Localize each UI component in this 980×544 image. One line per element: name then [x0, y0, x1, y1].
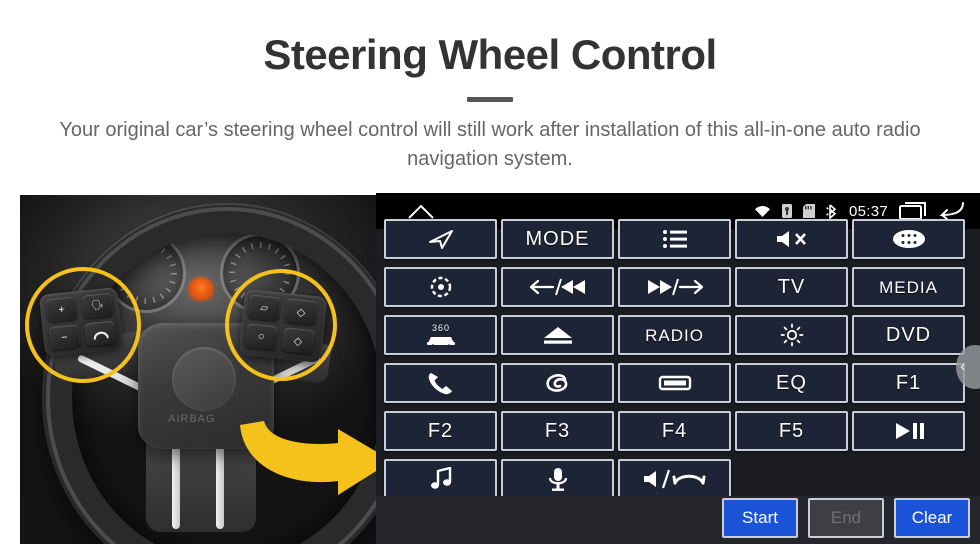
page-header: Steering Wheel Control Your original car… [0, 0, 980, 173]
right-controls-highlight-circle [225, 269, 337, 381]
button-apps[interactable] [852, 219, 965, 259]
button-radio[interactable]: RADIO [618, 315, 731, 355]
next-track-icon [647, 278, 703, 296]
navigation-arrow-icon [428, 230, 453, 249]
button-navigation[interactable] [384, 219, 497, 259]
button-previous[interactable] [501, 267, 614, 307]
button-media[interactable]: MEDIA [852, 267, 965, 307]
steering-wheel-key-grid: MODE TV MEDIA 360 RADIO DVD EQ F1 F2 F3 … [384, 219, 972, 499]
button-f1[interactable]: F1 [852, 363, 965, 403]
button-eject[interactable] [501, 315, 614, 355]
chrome-trim-bottom-right [216, 445, 224, 529]
button-f2[interactable]: F2 [384, 411, 497, 451]
button-settings[interactable] [384, 267, 497, 307]
end-button: End [808, 498, 884, 538]
button-dvd[interactable]: DVD [852, 315, 965, 355]
button-label: Start [742, 508, 778, 527]
list-icon [662, 230, 687, 248]
microphone-icon [548, 468, 567, 491]
left-controls-highlight-circle [25, 267, 141, 383]
button-label: EQ [776, 372, 807, 394]
button-volume-hangup[interactable] [618, 459, 731, 499]
brightness-icon [780, 323, 803, 347]
content-area: AIRBAG + − 🗣 ▱ ○ ◇ ◇ 05:37 MODE TV MEDIA… [0, 193, 980, 544]
button-label: Clear [911, 508, 953, 527]
button-label: RADIO [645, 325, 704, 345]
clear-button[interactable]: Clear [894, 498, 970, 538]
button-label: End [830, 508, 862, 527]
chrome-trim-bottom-left [172, 445, 180, 529]
car-360-icon: 360 [426, 323, 455, 348]
button-brightness[interactable] [735, 315, 848, 355]
button-f3[interactable]: F3 [501, 411, 614, 451]
button-tv[interactable]: TV [735, 267, 848, 307]
head-unit-panel: 05:37 MODE TV MEDIA 360 RADIO DVD EQ F1 … [376, 193, 980, 544]
spiral-icon [545, 374, 567, 392]
horn-pad [172, 347, 236, 411]
status-clock: 05:37 [848, 202, 888, 220]
volume-hangup-icon [643, 469, 705, 489]
button-music[interactable] [384, 459, 497, 499]
button-eq[interactable]: EQ [735, 363, 848, 403]
screen-icon [658, 375, 691, 391]
page-root: Steering Wheel Control Your original car… [0, 0, 980, 544]
button-label: MEDIA [879, 277, 938, 297]
button-f5[interactable]: F5 [735, 411, 848, 451]
airbag-label: AIRBAG [168, 413, 216, 425]
button-screen[interactable] [618, 363, 731, 403]
button-list[interactable] [618, 219, 731, 259]
prev-track-icon [529, 278, 585, 296]
apps-grid-icon [892, 230, 925, 248]
button-phone[interactable] [384, 363, 497, 403]
start-button[interactable]: Start [722, 498, 798, 538]
button-label: TV [777, 276, 806, 298]
play-pause-icon [895, 423, 924, 439]
button-label: F3 [544, 420, 571, 442]
page-subtitle: Your original car’s steering wheel contr… [59, 119, 921, 170]
bluetooth-icon [826, 203, 838, 219]
button-label: F4 [661, 420, 688, 442]
gear-icon [430, 276, 451, 298]
button-label: F1 [895, 372, 922, 394]
button-f4[interactable]: F4 [618, 411, 731, 451]
back-icon[interactable] [938, 202, 964, 220]
action-bar: Start End Clear [376, 496, 980, 544]
steering-wheel-photo: AIRBAG + − 🗣 ▱ ○ ◇ ◇ [20, 195, 376, 544]
yellow-pointer-arrow [240, 421, 376, 495]
button-360-camera[interactable]: 360 [384, 315, 497, 355]
button-label: F5 [778, 420, 805, 442]
mute-icon [776, 231, 806, 247]
eject-icon [543, 327, 572, 344]
button-voice[interactable] [501, 459, 614, 499]
page-title: Steering Wheel Control [263, 31, 717, 78]
music-note-icon [430, 467, 451, 489]
button-next[interactable] [618, 267, 731, 307]
button-label: DVD [885, 324, 932, 346]
svg-text:360: 360 [431, 323, 449, 333]
recents-icon[interactable] [899, 202, 927, 220]
button-internet[interactable] [501, 363, 614, 403]
usb-lock-icon [781, 204, 792, 218]
button-mute[interactable] [735, 219, 848, 259]
home-icon[interactable] [406, 202, 436, 220]
button-label: MODE [525, 228, 590, 250]
phone-icon [428, 373, 452, 395]
button-mode[interactable]: MODE [501, 219, 614, 259]
button-label: F2 [427, 420, 454, 442]
wifi-icon [754, 205, 771, 218]
title-divider [467, 97, 513, 103]
sd-card-icon [802, 204, 815, 218]
action-buttons-group: Start End Clear [722, 498, 970, 538]
chevron-left-icon: ‹ [960, 358, 966, 375]
button-play-pause[interactable] [852, 411, 965, 451]
